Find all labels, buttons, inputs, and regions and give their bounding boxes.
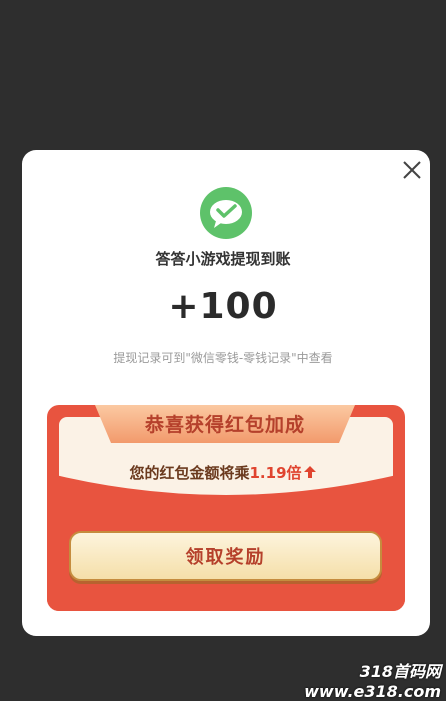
close-icon[interactable] [400,158,424,182]
multiplier-text: 您的红包金额将乘1.19倍 [0,462,446,483]
withdraw-amount: +100 [168,286,278,327]
dialog-title: 答答小游戏提现到账 [155,250,291,268]
multiplier-prefix: 您的红包金额将乘 [129,464,250,482]
site-watermark: 318首码网 www.e318.com [304,662,441,701]
record-hint: 提现记录可到"微信零钱-零钱记录"中查看 [113,351,333,365]
multiplier-value: 1.19倍 [249,464,302,482]
congrats-title: 恭喜获得红包加成 [144,414,305,436]
arrow-up-icon [303,466,316,478]
claim-reward-button[interactable]: 领取奖励 [69,531,382,581]
wechat-pay-icon [200,187,252,239]
